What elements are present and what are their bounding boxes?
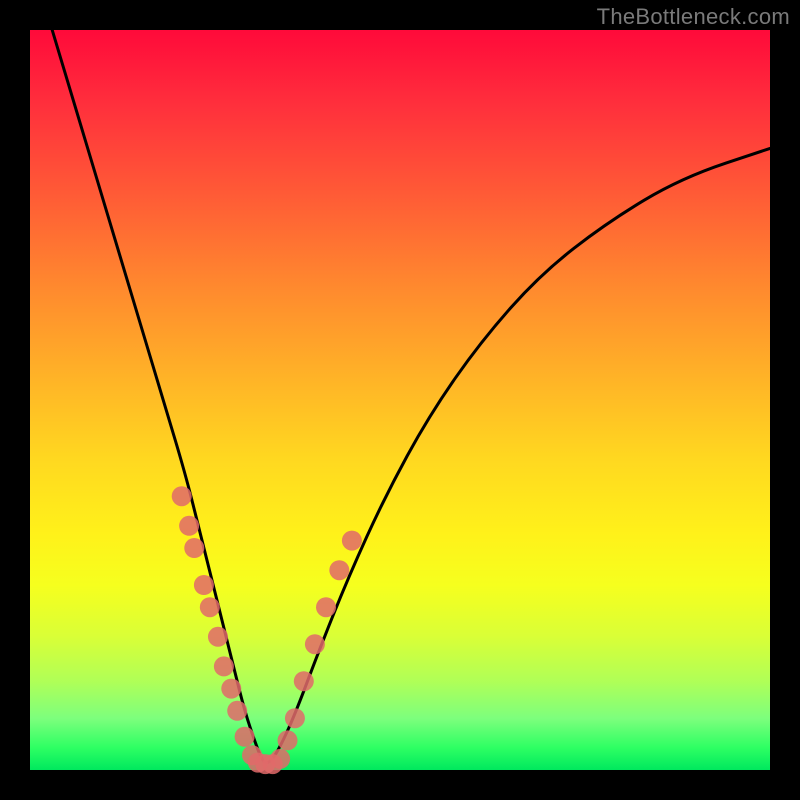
data-marker <box>278 730 298 750</box>
data-marker <box>294 671 314 691</box>
data-marker <box>179 516 199 536</box>
data-marker <box>184 538 204 558</box>
data-marker <box>194 575 214 595</box>
data-marker <box>305 634 325 654</box>
watermark-text: TheBottleneck.com <box>597 4 790 30</box>
data-marker <box>221 679 241 699</box>
chart-frame: TheBottleneck.com <box>0 0 800 800</box>
data-marker <box>342 531 362 551</box>
chart-svg <box>30 30 770 770</box>
data-marker <box>214 656 234 676</box>
data-marker <box>227 701 247 721</box>
data-marker <box>285 708 305 728</box>
data-marker <box>200 597 220 617</box>
data-marker <box>270 749 290 769</box>
bottleneck-curve <box>52 30 770 763</box>
plot-area <box>30 30 770 770</box>
data-marker <box>329 560 349 580</box>
data-marker <box>235 727 255 747</box>
data-marker <box>208 627 228 647</box>
data-marker <box>172 486 192 506</box>
data-marker <box>316 597 336 617</box>
